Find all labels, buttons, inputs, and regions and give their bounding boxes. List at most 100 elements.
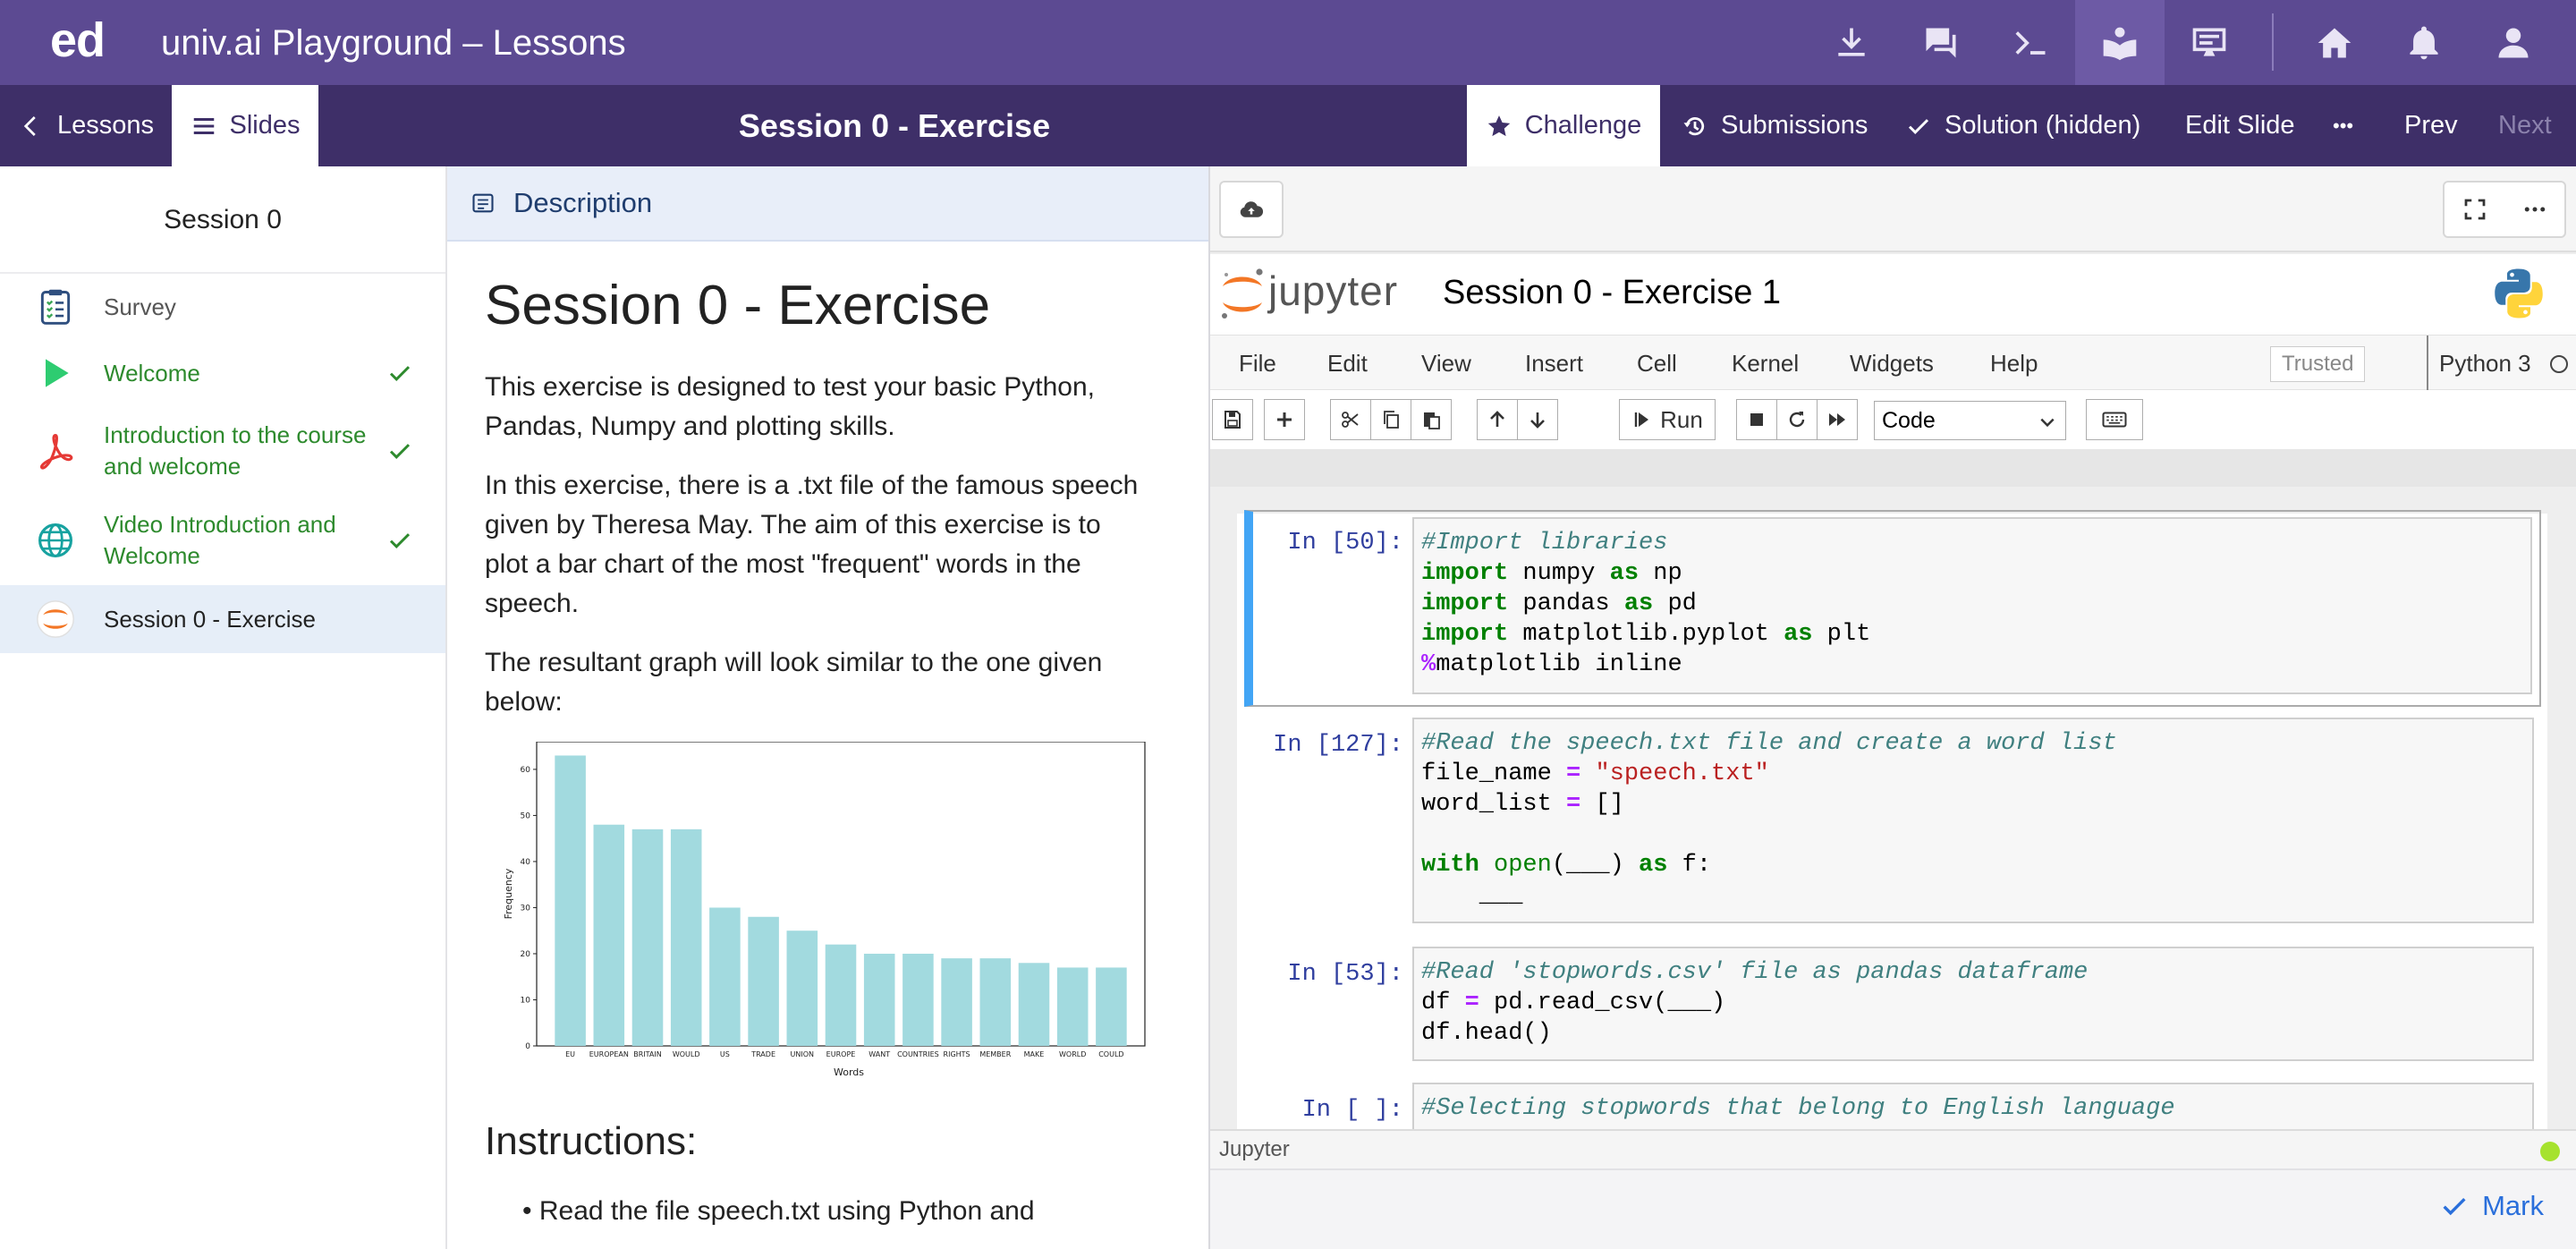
code-cell[interactable]: In [ ]: #Selecting stopwords that belong…: [1244, 1083, 2541, 1129]
move-down-button[interactable]: [1517, 399, 1558, 440]
x-tick-label: TRADE: [750, 1050, 775, 1058]
x-tick-label: MEMBER: [979, 1050, 1011, 1058]
cell-prompt: In [127]:: [1273, 732, 1403, 759]
code-editor[interactable]: #Read the speech.txt file and create a w…: [1412, 718, 2534, 923]
next-button[interactable]: Next: [2498, 85, 2552, 166]
check-icon: [389, 444, 411, 459]
workspace-toolbar: [1210, 166, 2576, 252]
cloud-upload-icon: [1240, 201, 1264, 217]
code-cell[interactable]: In [127]: #Read the speech.txt file and …: [1244, 718, 2541, 923]
more-options-button[interactable]: •••: [2333, 85, 2353, 166]
cut-button[interactable]: [1330, 399, 1371, 440]
y-tick-label: 60: [521, 766, 531, 775]
tab-solution[interactable]: Solution (hidden): [1905, 85, 2140, 166]
code-editor[interactable]: #Read 'stopwords.csv' file as pandas dat…: [1412, 947, 2534, 1061]
bell-icon[interactable]: [2379, 0, 2469, 85]
menu-edit[interactable]: Edit: [1327, 336, 1368, 391]
cloud-upload-button[interactable]: [1219, 181, 1284, 238]
command-palette-button[interactable]: [2086, 399, 2143, 440]
menu-icon: [193, 117, 214, 134]
chart-bar: [555, 755, 586, 1046]
description-header: Description: [447, 166, 1208, 242]
run-button[interactable]: Run: [1619, 399, 1716, 440]
sidebar-item-label: Survey: [104, 293, 176, 320]
description-header-label: Description: [513, 187, 653, 218]
terminal-icon[interactable]: [1986, 0, 2075, 85]
restart-run-all-button[interactable]: [1817, 399, 1858, 440]
submissions-label: Submissions: [1721, 111, 1868, 140]
home-icon[interactable]: [2290, 0, 2379, 85]
mark-button[interactable]: Mark: [2439, 1190, 2544, 1222]
slides-button[interactable]: Slides: [172, 85, 318, 166]
move-up-button[interactable]: [1477, 399, 1518, 440]
insert-cell-button[interactable]: [1264, 399, 1305, 440]
cell-type-select[interactable]: Code: [1874, 401, 2066, 440]
x-tick-label: WORLD: [1059, 1050, 1086, 1058]
interrupt-button[interactable]: [1736, 399, 1777, 440]
code-comment: #Import libraries: [1421, 530, 1668, 557]
code-editor[interactable]: #Selecting stopwords that belong to Engl…: [1412, 1083, 2534, 1129]
check-icon: [2443, 1198, 2466, 1216]
x-tick-label: RIGHTS: [944, 1050, 970, 1058]
code-keyword: import: [1421, 621, 1509, 648]
chat-icon[interactable]: [1896, 0, 1986, 85]
menu-help[interactable]: Help: [1990, 336, 2038, 391]
code-comment: #Read 'stopwords.csv' file as pandas dat…: [1421, 959, 2089, 986]
copy-button[interactable]: [1370, 399, 1411, 440]
code-text: pandas: [1508, 591, 1624, 617]
code-keyword: as: [1639, 852, 1668, 879]
menu-view[interactable]: View: [1421, 336, 1471, 391]
scissors-icon: [1342, 412, 1359, 428]
cell-prompt: In [50]:: [1287, 530, 1403, 557]
sidebar-item-introduction[interactable]: Introduction to the course and welcome: [0, 406, 445, 496]
menu-cell[interactable]: Cell: [1637, 336, 1677, 391]
challenge-label: Challenge: [1524, 111, 1642, 140]
notebook-title[interactable]: Session 0 - Exercise 1: [1443, 274, 1781, 312]
chevron-down-icon: [2040, 418, 2055, 428]
sidebar-item-session-exercise[interactable]: Session 0 - Exercise: [0, 585, 445, 653]
description-panel: Description Session 0 - Exercise This ex…: [447, 166, 1210, 1249]
notebook-area: In [50]: #Import libraries import numpy …: [1210, 487, 2576, 1129]
trusted-indicator[interactable]: Trusted: [2270, 346, 2366, 382]
chart-bar: [825, 944, 857, 1046]
paste-button[interactable]: [1411, 399, 1452, 440]
download-icon[interactable]: [1807, 0, 1896, 85]
code-keyword: as: [1784, 621, 1813, 648]
kernel-name[interactable]: Python 3: [2427, 336, 2531, 391]
x-tick-label: WANT: [869, 1050, 890, 1058]
menu-widgets[interactable]: Widgets: [1850, 336, 1934, 391]
more-icon: •••: [2333, 114, 2354, 137]
check-icon: [1908, 118, 1929, 134]
sidebar-item-welcome[interactable]: Welcome: [0, 340, 445, 406]
edit-slide-label: Edit Slide: [2185, 111, 2295, 140]
code-string: "speech.txt": [1595, 760, 1769, 787]
menu-insert[interactable]: Insert: [1525, 336, 1583, 391]
prev-button[interactable]: Prev: [2404, 85, 2458, 166]
sidebar-item-survey[interactable]: Survey: [0, 274, 445, 340]
code-text: plt: [1812, 621, 1871, 648]
sidebar-item-video-introduction[interactable]: Video Introduction and Welcome: [0, 496, 445, 585]
tab-challenge[interactable]: Challenge: [1467, 85, 1660, 166]
tab-submissions[interactable]: Submissions: [1682, 85, 1868, 166]
code-editor[interactable]: #Import libraries import numpy as np imp…: [1412, 517, 2532, 694]
ed-logo[interactable]: ed: [50, 13, 106, 68]
menu-file[interactable]: File: [1239, 336, 1276, 391]
code-cell[interactable]: In [53]: #Read 'stopwords.csv' file as p…: [1244, 947, 2541, 1061]
save-button[interactable]: [1212, 399, 1253, 440]
fullscreen-icon[interactable]: [2462, 196, 2488, 223]
code-keyword: import: [1421, 560, 1509, 587]
jupyter-logo-text: jupyter: [1268, 268, 1399, 314]
edit-slide-button[interactable]: Edit Slide: [2185, 85, 2295, 166]
save-icon: [1224, 411, 1241, 429]
restart-button[interactable]: [1776, 399, 1818, 440]
x-tick-label: US: [720, 1050, 730, 1058]
lessons-back-button[interactable]: Lessons: [0, 85, 172, 166]
lessons-icon[interactable]: [2075, 0, 2165, 85]
menu-kernel[interactable]: Kernel: [1732, 336, 1799, 391]
user-icon[interactable]: [2469, 0, 2558, 85]
code-cell-selected[interactable]: In [50]: #Import libraries import numpy …: [1244, 510, 2541, 707]
bottom-action-bar: Mark: [1210, 1168, 2576, 1249]
slides-icon[interactable]: [2165, 0, 2254, 85]
more-icon[interactable]: [2521, 196, 2548, 223]
next-label: Next: [2498, 111, 2552, 140]
